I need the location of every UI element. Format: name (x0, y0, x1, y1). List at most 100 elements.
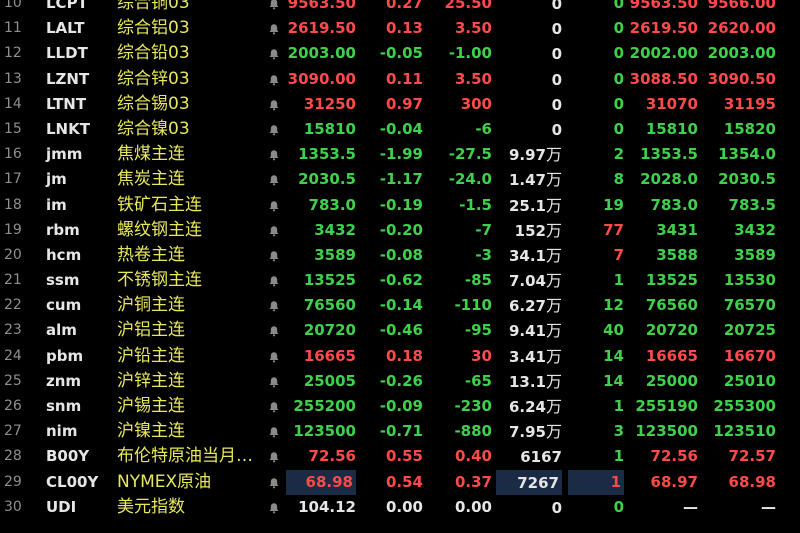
contract-name: 螺纹钢主连 (117, 219, 202, 240)
quote-row[interactable]: 17 jm 焦炭主连 2030.5 -1.17 -24.0 1.47万 8 20… (0, 167, 800, 192)
quote-row[interactable]: 11 LALT 综合铝03 2619.50 0.13 3.50 0 0 2619… (0, 16, 800, 41)
quote-row[interactable]: 29 CL00Y NYMEX原油 68.98 0.54 0.37 7267 1 … (0, 469, 800, 495)
quote-row[interactable]: 10 LCPT 综合铜03 9563.50 0.27 25.50 0 0 956… (0, 0, 800, 16)
latest-price: 255200 (293, 397, 356, 415)
change-amount: -24.0 (448, 170, 492, 189)
quote-row[interactable]: 15 LNKT 综合镍03 15810 -0.04 -6 0 0 15810 1… (0, 117, 800, 142)
change-percent: 0.97 (385, 94, 423, 113)
volume: 7.04万 (496, 268, 562, 293)
change-amount: -1.00 (448, 44, 492, 63)
bell-icon[interactable] (266, 16, 282, 41)
bid-price: — (683, 497, 698, 516)
contract-name: 沪锌主连 (117, 370, 185, 391)
row-index: 16 (4, 146, 22, 163)
quote-row[interactable]: 25 znm 沪锌主连 25005 -0.26 -65 13.1万 14 250… (0, 369, 800, 394)
current-volume: 2 (613, 145, 624, 164)
bell-icon[interactable] (266, 243, 282, 268)
bell-icon[interactable] (266, 0, 282, 16)
contract-code: jmm (46, 145, 83, 164)
current-volume: 0 (613, 94, 624, 113)
quote-row[interactable]: 24 pbm 沪铅主连 16665 0.18 30 3.41万 14 16665… (0, 344, 800, 369)
change-percent: -1.17 (379, 170, 423, 189)
row-index: 18 (4, 196, 22, 213)
contract-name: 铁矿石主连 (117, 194, 202, 215)
bell-icon[interactable] (266, 369, 282, 394)
bid-price: 16665 (645, 346, 698, 365)
bell-icon[interactable] (266, 470, 282, 495)
volume-value: 9.97 (508, 146, 546, 165)
current-volume: 14 (603, 346, 624, 365)
bid-price: 1353.5 (640, 145, 698, 164)
change-amount: 30 (471, 346, 492, 365)
bell-icon[interactable] (266, 41, 282, 66)
bell-icon[interactable] (266, 495, 282, 520)
row-index: 30 (4, 498, 22, 515)
row-index: 19 (4, 221, 22, 238)
volume: 6.24万 (496, 394, 562, 419)
contract-name: 综合锡03 (117, 93, 190, 114)
bell-icon[interactable] (266, 193, 282, 218)
volume: 7267 (496, 469, 562, 495)
ask-price: 76570 (723, 296, 776, 315)
quote-row[interactable]: 30 UDI 美元指数 104.12 0.00 0.00 0 0 — — (0, 495, 800, 520)
contract-code: UDI (46, 497, 77, 516)
row-index: 14 (4, 95, 22, 112)
bell-icon[interactable] (266, 117, 282, 142)
volume: 0 (496, 0, 562, 16)
contract-code: LCPT (46, 0, 88, 12)
volume-value: 7.04 (508, 272, 546, 291)
volume-value: 6167 (520, 448, 562, 467)
volume-unit: 万 (545, 397, 562, 416)
bid-price: 15810 (645, 119, 698, 138)
row-index: 21 (4, 272, 22, 289)
bell-icon[interactable] (266, 318, 282, 343)
quote-row[interactable]: 16 jmm 焦煤主连 1353.5 -1.99 -27.5 9.97万 2 1… (0, 142, 800, 167)
volume: 0 (496, 16, 562, 41)
latest-price: 783.0 (308, 195, 356, 214)
volume: 0 (496, 495, 562, 520)
bell-icon[interactable] (266, 394, 282, 419)
quote-row[interactable]: 13 LZNT 综合锌03 3090.00 0.11 3.50 0 0 3088… (0, 67, 800, 92)
quote-row[interactable]: 18 im 铁矿石主连 783.0 -0.19 -1.5 25.1万 19 78… (0, 193, 800, 218)
ask-price: 123510 (713, 422, 776, 441)
contract-code: ssm (46, 271, 80, 290)
row-index: 23 (4, 322, 22, 339)
bell-icon[interactable] (266, 67, 282, 92)
bell-icon[interactable] (266, 444, 282, 469)
bell-icon[interactable] (266, 167, 282, 192)
contract-name: 布伦特原油当月… (117, 446, 253, 467)
row-index: 12 (4, 45, 22, 62)
quote-row[interactable]: 20 hcm 热卷主连 3589 -0.08 -3 34.1万 7 3588 3… (0, 243, 800, 268)
quote-row[interactable]: 26 snm 沪锡主连 255200 -0.09 -230 6.24万 1 25… (0, 394, 800, 419)
ask-price: 9566.00 (707, 0, 776, 12)
volume-value: 9.41 (508, 322, 546, 341)
bell-icon[interactable] (266, 92, 282, 117)
change-percent: 0.18 (385, 346, 423, 365)
current-volume: 1 (613, 397, 624, 415)
bell-icon[interactable] (266, 344, 282, 369)
bell-icon[interactable] (266, 419, 282, 444)
quote-row[interactable]: 19 rbm 螺纹钢主连 3432 -0.20 -7 152万 77 3431 … (0, 218, 800, 243)
ask-price: 31195 (723, 94, 776, 113)
ask-price: 20725 (723, 321, 776, 340)
bell-icon[interactable] (266, 142, 282, 167)
bell-icon[interactable] (266, 268, 282, 293)
quote-row[interactable]: 23 alm 沪铝主连 20720 -0.46 -95 9.41万 40 207… (0, 318, 800, 343)
volume-unit: 万 (545, 195, 562, 215)
change-amount: -65 (464, 371, 492, 390)
quote-row[interactable]: 21 ssm 不锈钢主连 13525 -0.62 -85 7.04万 1 135… (0, 268, 800, 293)
latest-price: 104.12 (298, 497, 356, 516)
bid-price: 2028.0 (640, 170, 698, 189)
ask-price: 15820 (723, 119, 776, 138)
bell-icon[interactable] (266, 218, 282, 243)
quote-row[interactable]: 28 B00Y 布伦特原油当月… 72.56 0.55 0.40 6167 1 … (0, 444, 800, 469)
quote-row[interactable]: 12 LLDT 综合铅03 2003.00 -0.05 -1.00 0 0 20… (0, 41, 800, 66)
bid-price: 13525 (645, 271, 698, 290)
quote-row[interactable]: 27 nim 沪镍主连 123500 -0.71 -880 7.95万 3 12… (0, 419, 800, 444)
current-volume: 0 (613, 0, 624, 12)
volume: 0 (496, 92, 562, 117)
quote-row[interactable]: 22 cum 沪铜主连 76560 -0.14 -110 6.27万 12 76… (0, 293, 800, 318)
contract-code: LALT (46, 19, 85, 38)
quote-row[interactable]: 14 LTNT 综合锡03 31250 0.97 300 0 0 31070 3… (0, 92, 800, 117)
bell-icon[interactable] (266, 293, 282, 318)
